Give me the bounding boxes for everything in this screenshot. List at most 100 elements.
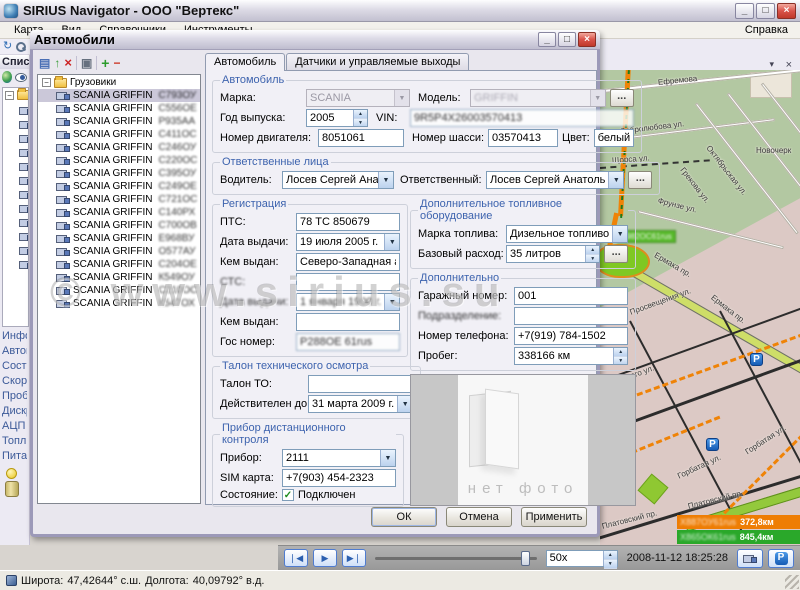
sidebar-tree[interactable]: −	[2, 87, 29, 327]
tab-vehicle[interactable]: Автомобиль	[205, 53, 285, 71]
close-button[interactable]: ×	[777, 3, 796, 19]
plate-number-input[interactable]	[296, 333, 400, 351]
pts-input[interactable]	[296, 213, 400, 231]
garage-number-input[interactable]	[514, 287, 628, 305]
persons-browse-button[interactable]: ...	[628, 171, 652, 189]
chevron-down-icon: ▼	[394, 90, 409, 106]
sts-issuer-input[interactable]	[296, 313, 400, 331]
minimize-button[interactable]: _	[735, 3, 754, 19]
chevron-down-icon: ▼	[378, 172, 393, 188]
parking-marker[interactable]: P	[706, 438, 719, 451]
inspection-date-select[interactable]: 31 марта 2009 г.▼	[308, 395, 413, 413]
vehicle-tree-item[interactable]: SCANIA GRIFFINС140РХ161rus	[38, 206, 200, 219]
save-icon[interactable]: ▣	[81, 57, 92, 69]
visibility-icon[interactable]	[15, 73, 27, 82]
park-area	[638, 474, 669, 505]
vehicle-tree-item[interactable]: SCANIA GRIFFINС204ОЕ61rus	[38, 258, 200, 271]
vehicle-group: Автомобиль Марка: SCANIA▼ Модель: GRIFFI…	[212, 74, 642, 153]
dialog-minimize-button[interactable]: _	[538, 32, 556, 47]
vehicle-tree-item[interactable]: SCANIA GRIFFINС395ОУ61rus	[38, 167, 200, 180]
zoom-icon[interactable]	[16, 42, 26, 52]
sts-input[interactable]	[296, 273, 400, 291]
fuel-browse-button[interactable]: ...	[604, 245, 628, 263]
pts-issuer-input[interactable]	[296, 253, 400, 271]
vehicle-tree-item[interactable]: SCANIA GRIFFINС220ОС61rus	[38, 154, 200, 167]
vehicle-tree-item[interactable]: SCANIA GRIFFINО577АУ61rus	[38, 245, 200, 258]
engine-number-input[interactable]	[318, 129, 404, 147]
show-parking-button[interactable]: P	[768, 549, 794, 568]
mileage-spinner[interactable]: 338166 км ▲▼	[514, 347, 628, 365]
import-icon[interactable]: ↑	[54, 57, 60, 69]
parking-marker[interactable]: P	[750, 353, 763, 366]
pts-date-select[interactable]: 19 июля 2005 г.▼	[296, 233, 400, 251]
sim-card-input[interactable]	[282, 469, 396, 487]
vehicle-tree-item[interactable]: SCANIA GRIFFINС210ОС61rus	[38, 284, 200, 297]
refresh-icon[interactable]: ↻	[3, 41, 12, 52]
vehicle-tree-item[interactable]: SCANIA GRIFFINС721ОС61rus	[38, 193, 200, 206]
inspection-ticket-input[interactable]	[308, 375, 413, 393]
vehicle-tree-item[interactable]: SCANIA GRIFFINС249ОЕ61rus	[38, 180, 200, 193]
phone-input[interactable]	[514, 327, 628, 345]
driver-select[interactable]: Лосев Сергей Анатоль▼	[282, 171, 394, 189]
remove-icon[interactable]: −	[113, 57, 120, 69]
model-select[interactable]: GRIFFIN▼	[470, 89, 606, 107]
model-browse-button[interactable]: ...	[610, 89, 634, 107]
chassis-number-input[interactable]	[488, 129, 558, 147]
restore-button[interactable]: □	[756, 3, 775, 19]
brand-select[interactable]: SCANIA▼	[306, 89, 410, 107]
info-panel-label: Состоя	[2, 359, 27, 374]
street-label: Горбатая ул.	[744, 423, 788, 456]
slider-thumb[interactable]	[521, 551, 530, 566]
skip-back-button[interactable]: ❘◀	[284, 549, 308, 567]
vehicles-tree[interactable]: − Грузовики SCANIA GRIFFINС793ОУ61rus SC…	[37, 74, 201, 504]
vehicle-tree-item[interactable]: SCANIA GRIFFINК547ОХ161rus	[38, 297, 200, 310]
year-spinner[interactable]: 2005 ▲▼	[306, 109, 368, 127]
vehicle-tree-item[interactable]: SCANIA GRIFFINС411ОС61rus	[38, 128, 200, 141]
globe-icon[interactable]	[2, 71, 12, 83]
map-dropdown-icon[interactable]: ▾	[769, 59, 774, 70]
responsible-select[interactable]: Лосев Сергей Анатоль▼	[486, 171, 624, 189]
timeline-slider[interactable]	[375, 557, 537, 560]
division-input[interactable]	[514, 307, 628, 325]
chevron-down-icon: ▼	[612, 226, 627, 242]
fuel-type-select[interactable]: Дизельное топливо▼	[506, 225, 628, 243]
map-header: ▾ ×	[600, 39, 800, 70]
ok-button[interactable]: ОК	[371, 507, 437, 527]
delete-icon[interactable]: ×	[64, 56, 72, 69]
vehicle-tree-item[interactable]: SCANIA GRIFFINЕ968ВУ161rus	[38, 232, 200, 245]
apply-button[interactable]: Применить	[521, 507, 587, 527]
fuel-rate-spinner[interactable]: 35 литров ▲▼	[506, 245, 600, 263]
cancel-button[interactable]: Отмена	[446, 507, 512, 527]
speed-spinner[interactable]: 50x ▲▼	[546, 550, 618, 567]
show-trucks-button[interactable]	[737, 549, 763, 568]
truck-icon	[56, 208, 70, 217]
truck-icon	[56, 234, 70, 243]
spinner-arrows-icon: ▲▼	[603, 551, 617, 566]
vehicle-tree-item[interactable]: SCANIA GRIFFINС556ОЕ61rus	[38, 102, 200, 115]
menu-help[interactable]: Справка	[737, 23, 796, 37]
tree-root-row[interactable]: − Грузовики	[38, 75, 200, 89]
vehicle-tree-item[interactable]: SCANIA GRIFFINК549ОУ161rus	[38, 271, 200, 284]
device-select[interactable]: 2111▼	[282, 449, 396, 467]
longitude-label: Долгота:	[145, 575, 189, 587]
sts-date-select[interactable]: 1 января 1900 г.▼	[296, 293, 400, 311]
connected-checkbox[interactable]: ✓	[282, 489, 294, 501]
vehicle-tree-item[interactable]: SCANIA GRIFFINС793ОУ61rus	[38, 89, 200, 102]
expander-icon[interactable]: −	[42, 78, 51, 87]
play-button[interactable]: ▶	[313, 549, 337, 567]
vehicle-tree-item[interactable]: SCANIA GRIFFINС246ОУ61rus	[38, 141, 200, 154]
resize-grip[interactable]	[785, 575, 799, 589]
main-titlebar: SIRIUS Navigator - ООО "Вертекс" _ □ ×	[0, 0, 800, 22]
expander-icon[interactable]: −	[5, 91, 14, 100]
dialog-maximize-button[interactable]: □	[558, 32, 576, 47]
skip-forward-button[interactable]: ▶❘	[342, 549, 366, 567]
dialog-close-button[interactable]: ×	[578, 32, 596, 47]
tab-sensors[interactable]: Датчики и управляемые выходы	[286, 53, 469, 71]
vehicle-tree-item[interactable]: SCANIA GRIFFINР935АА61rus	[38, 115, 200, 128]
color-input[interactable]	[594, 129, 634, 147]
add-icon[interactable]: +	[101, 56, 109, 70]
playback-timestamp: 2008-11-12 18:25:28	[623, 552, 732, 564]
vin-input[interactable]	[410, 109, 634, 127]
vehicle-tree-item[interactable]: SCANIA GRIFFINС700ОВ61rus	[38, 219, 200, 232]
list-edit-icon[interactable]: ▤	[39, 57, 50, 69]
